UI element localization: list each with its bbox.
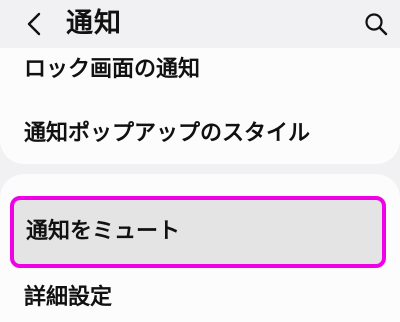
settings-card-top: ロック画面の通知 通知ポップアップのスタイル: [0, 32, 400, 164]
mute-notifications-item[interactable]: 通知をミュート: [10, 196, 386, 268]
back-button[interactable]: [18, 6, 54, 42]
settings-card-bottom: 通知をミュート 詳細設定: [0, 174, 400, 322]
page-title: 通知: [66, 8, 122, 39]
app-bar: 通知: [0, 0, 400, 48]
advanced-settings-item[interactable]: 詳細設定: [24, 278, 112, 318]
notification-settings-screen: 通知 ロック画面の通知 通知ポップアップのスタイル 通知をミュート 詳細設定: [0, 0, 400, 322]
notification-popup-style-item[interactable]: 通知ポップアップのスタイル: [24, 114, 310, 154]
search-icon: [365, 13, 388, 36]
lock-screen-notifications-item[interactable]: ロック画面の通知: [24, 50, 200, 90]
search-button[interactable]: [358, 6, 394, 42]
mute-notifications-label: 通知をミュート: [26, 219, 181, 244]
chevron-left-icon: [27, 12, 41, 36]
